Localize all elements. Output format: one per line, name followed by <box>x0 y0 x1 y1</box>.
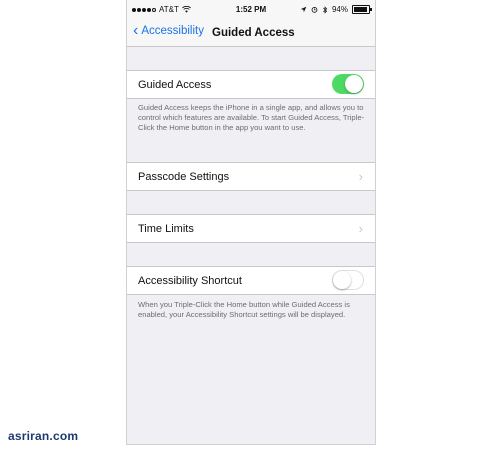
accessibility-shortcut-row: Accessibility Shortcut <box>127 267 375 294</box>
shortcut-description: When you Triple-Click the Home button wh… <box>138 300 350 319</box>
guided-access-label: Guided Access <box>138 79 212 91</box>
chevron-right-icon: › <box>358 169 363 184</box>
accessibility-shortcut-toggle[interactable] <box>332 270 364 290</box>
guided-access-row: Guided Access <box>127 71 375 98</box>
chevron-right-icon: › <box>358 221 363 236</box>
toggle-knob <box>345 75 363 93</box>
accessibility-shortcut-label: Accessibility Shortcut <box>138 275 242 287</box>
battery-icon <box>352 5 372 14</box>
battery-percent: 94% <box>331 5 348 14</box>
page-title: Guided Access <box>212 27 295 39</box>
alarm-icon <box>311 6 318 13</box>
time-limits-row[interactable]: Time Limits › <box>127 215 375 242</box>
passcode-settings-label: Passcode Settings <box>138 171 230 183</box>
shortcut-group: Accessibility Shortcut <box>127 266 375 295</box>
bluetooth-icon <box>323 5 328 14</box>
phone-screen: AT&T 1:52 PM 94% ‹ Accessibility Guided … <box>126 0 376 445</box>
back-label: Accessibility <box>141 25 204 37</box>
passcode-settings-row[interactable]: Passcode Settings › <box>127 163 375 190</box>
guided-access-description: Guided Access keeps the iPhone in a sing… <box>138 103 365 132</box>
location-arrow-icon <box>300 6 307 13</box>
time-limits-group: Time Limits › <box>127 214 375 243</box>
guided-access-group: Guided Access <box>127 70 375 99</box>
guided-access-toggle[interactable] <box>332 74 364 94</box>
status-bar: AT&T 1:52 PM 94% <box>127 0 375 20</box>
back-button[interactable]: ‹ Accessibility <box>133 22 204 39</box>
status-right: 94% <box>300 5 372 14</box>
passcode-group: Passcode Settings › <box>127 162 375 191</box>
watermark-text: asriran.com <box>8 429 79 443</box>
chevron-left-icon: ‹ <box>133 22 139 39</box>
toggle-knob <box>333 271 351 289</box>
navigation-bar: ‹ Accessibility Guided Access <box>127 20 375 47</box>
time-limits-label: Time Limits <box>138 223 194 235</box>
